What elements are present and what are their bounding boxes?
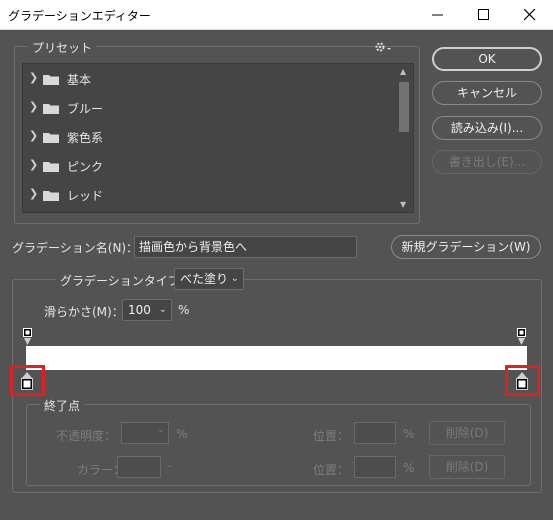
scroll-up-icon[interactable]: ▲ [400,67,406,76]
preset-folder[interactable]: ❯ 紫色系 [23,122,393,151]
close-icon [524,9,536,21]
preset-folder[interactable]: ❯ ピンク [23,151,393,180]
smoothness-value: 100 [128,303,151,317]
minimize-button[interactable] [415,0,461,30]
opacity-location-label: 位置： [313,429,350,443]
chevron-down-icon: ⌄ [165,459,174,470]
close-button[interactable] [507,0,553,30]
folder-icon [43,104,59,114]
folder-icon [43,75,59,85]
opacity-percent: % [176,427,188,441]
gradient-preview-bar[interactable] [26,346,527,370]
minimize-icon [432,14,443,16]
folder-icon [43,191,59,201]
gear-icon[interactable] [374,41,392,53]
opacity-location-percent: % [403,427,415,441]
folder-icon [43,162,59,172]
color-location-label: 位置： [313,463,350,477]
chevron-down-icon: ⌄ [158,304,167,315]
opacity-label: 不透明度： [56,429,117,443]
chevron-right-icon[interactable]: ❯ [29,158,38,171]
preset-list[interactable]: ❯ 基本 ❯ ブルー ❯ 紫色系 ❯ ピンク ❯ レッド [22,63,414,213]
chevron-down-icon: ⌄ [156,424,165,435]
opacity-stop-right-icon[interactable] [517,328,527,346]
color-location-input[interactable] [354,456,396,478]
chevron-right-icon[interactable]: ❯ [29,129,38,142]
gradient-type-select[interactable]: べた塗り ⌄ [174,268,244,290]
scrollbar-thumb[interactable] [399,82,409,132]
preset-folder-label: 基本 [67,73,92,87]
preset-folder[interactable]: ❯ ブルー [23,93,393,122]
title-bar: グラデーションエディター [0,0,553,30]
smoothness-label: 滑らかさ(M)： [44,305,124,319]
preset-folder[interactable]: ❯ 基本 [23,64,393,93]
color-swatch[interactable] [117,456,161,478]
preset-folder-label: ピンク [67,160,104,174]
maximize-icon [478,9,489,20]
scroll-down-icon[interactable]: ▼ [400,200,406,209]
color-stop-left-icon[interactable] [21,372,33,390]
chevron-down-icon: ⌄ [230,273,239,284]
gradient-type-value: べた塗り [180,272,229,286]
color-location-percent: % [403,461,415,475]
preset-folder-label: レッド [67,189,104,203]
preset-scrollbar[interactable]: ▲ ▼ [396,64,413,212]
chevron-right-icon[interactable]: ❯ [29,71,38,84]
export-button[interactable]: 書き出し(E)... [432,150,542,174]
chevron-right-icon[interactable]: ❯ [29,187,38,200]
cancel-button[interactable]: キャンセル [432,81,542,105]
new-gradient-button[interactable]: 新規グラデーション(W) [391,235,541,259]
stops-legend: 終了点 [40,397,85,414]
preset-folder[interactable]: ❯ レッド [23,180,393,209]
load-button[interactable]: 読み込み(I)... [432,116,542,140]
smoothness-unit: % [178,303,190,317]
window-title: グラデーションエディター [8,9,151,23]
opacity-location-input[interactable] [354,422,396,444]
preset-folder-label: 紫色系 [67,131,104,145]
opacity-delete-button[interactable]: 削除(D) [429,421,505,445]
ok-button[interactable]: OK [432,47,542,71]
presets-legend: プリセット [28,39,97,56]
opacity-input[interactable]: ⌄ [121,422,169,444]
color-stop-right-icon[interactable] [516,372,528,390]
preset-folder-label: ブルー [67,102,104,116]
smoothness-select[interactable]: 100 ⌄ [122,299,172,321]
folder-icon [43,133,59,143]
chevron-right-icon[interactable]: ❯ [29,100,38,113]
gradient-name-label: グラデーション名(N)： [12,241,139,255]
color-delete-button[interactable]: 削除(D) [429,455,505,479]
opacity-stop-left-icon[interactable] [23,328,33,346]
maximize-button[interactable] [461,0,507,30]
gradient-name-input[interactable]: 描画色から背景色へ [134,236,357,258]
